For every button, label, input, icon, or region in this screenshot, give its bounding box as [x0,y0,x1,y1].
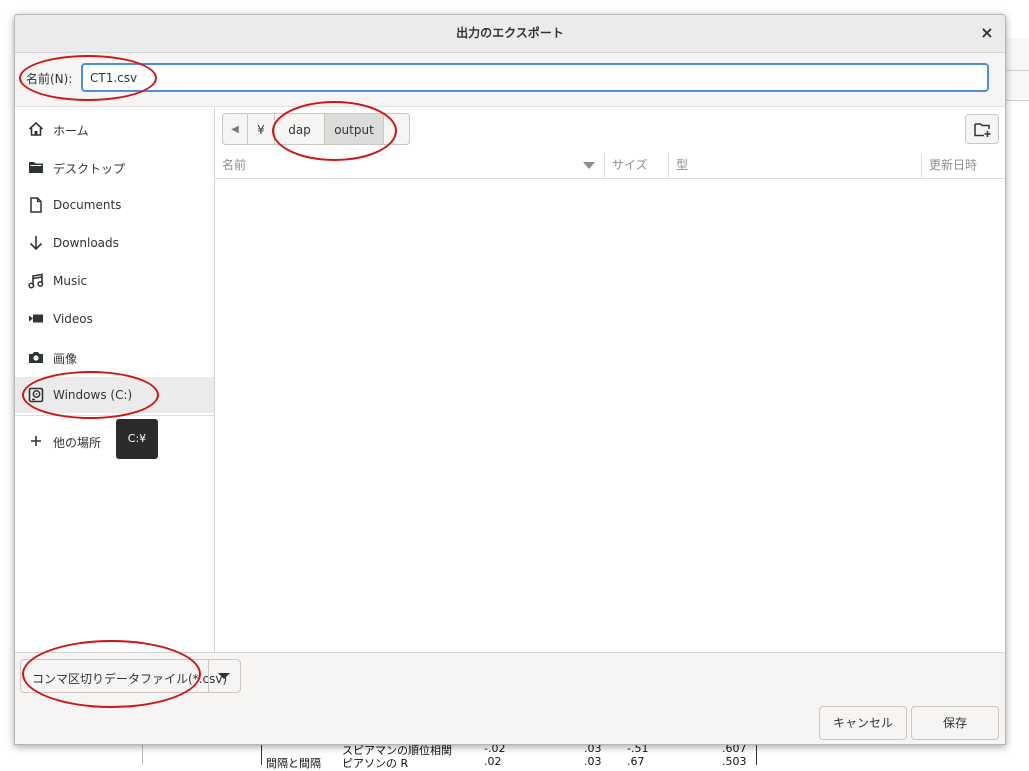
sidebar-item-label: Documents [53,198,122,212]
sidebar-item-downloads[interactable]: Downloads [15,225,214,261]
dialog-title: 出力のエクスポート [456,26,564,40]
save-button[interactable]: 保存 [911,706,999,740]
path-segment-root[interactable]: ¥ [247,113,275,145]
sidebar-item-label: Music [53,274,88,288]
file-browser: ◀ ¥ dap output 名前 サイズ 型 更新日時 [215,107,1005,652]
sidebar-item-desktop[interactable]: デスクトップ [15,149,214,185]
filename-label: 名前(N): [26,72,73,86]
document-icon [30,197,42,213]
path-forward-button[interactable] [383,113,410,145]
column-header-label: 型 [676,158,689,172]
folder-icon [29,162,43,173]
sidebar-divider [15,415,214,416]
sidebar-item-label: Videos [53,312,93,326]
close-icon: × [980,23,994,42]
path-segment-output[interactable]: output [324,113,384,145]
music-icon [28,273,44,289]
background-table-cell: .03 [584,755,602,768]
column-header-name[interactable]: 名前 [215,153,604,178]
path-segment-label: output [334,123,374,137]
column-header-label: サイズ [612,158,648,172]
sidebar-item-label: ホーム [53,124,89,138]
sidebar-item-windows-c[interactable]: Windows (C:) [15,377,214,413]
dialog-footer: コンマ区切りデータファイル(*.csv) キャンセル 保存 [15,652,1005,744]
dropdown-divider [208,660,209,692]
sidebar-item-label: Windows (C:) [53,388,133,402]
sidebar-item-documents[interactable]: Documents [15,187,214,223]
column-header-label: 更新日時 [929,158,978,172]
path-back-button[interactable]: ◀ [222,113,248,145]
background-table-cell: .503 [722,755,747,768]
plus-icon [31,436,41,446]
sidebar-item-home[interactable]: ホーム [15,111,214,147]
file-type-filter-dropdown[interactable]: コンマ区切りデータファイル(*.csv) [20,659,241,693]
column-header-size[interactable]: サイズ [605,153,669,178]
drive-icon [28,387,44,403]
save-button-label: 保存 [942,716,967,730]
background-table-row: 間隔と間隔 ピアソンの R .02 .03 .67 .503 [262,755,756,770]
column-header-label: 名前 [222,158,247,172]
background-output-table: スピアマンの順位相関 -.02 .03 -.51 .607 間隔と間隔 ピアソン… [261,742,757,770]
sidebar-item-videos[interactable]: Videos [15,301,214,337]
sidebar-item-music[interactable]: Music [15,263,214,299]
background-page-edge [142,744,143,765]
camera-icon [29,352,43,363]
sidebar-item-label: デスクトップ [53,162,126,176]
video-icon [29,314,43,323]
places-sidebar: ホーム デスクトップ Documents Downloads Music Vid… [15,107,215,652]
cancel-button-label: キャンセル [832,716,893,730]
background-table-cell: .02 [484,755,502,768]
close-button[interactable]: × [975,21,999,45]
export-dialog: 出力のエクスポート × 名前(N): ホーム デスクトップ [14,14,1006,745]
file-type-filter-label: コンマ区切りデータファイル(*.csv) [32,672,228,686]
sidebar-item-label: 画像 [53,352,78,366]
sort-descending-icon [583,162,595,169]
column-header-modified[interactable]: 更新日時 [922,153,1005,178]
chevron-down-icon [218,673,230,679]
filename-row: 名前(N): [15,53,1005,107]
background-table-cell: ピアソンの R [342,757,409,770]
file-list-header: 名前 サイズ 型 更新日時 [215,153,1005,179]
dialog-titlebar[interactable]: 出力のエクスポート × [15,15,1005,53]
new-folder-icon [974,123,991,137]
path-segment-label: ¥ [257,123,265,137]
drive-path-tooltip: C:¥ [116,419,158,459]
home-icon [28,121,44,136]
background-table-cell: .67 [627,755,645,768]
sidebar-item-pictures[interactable]: 画像 [15,339,214,375]
sidebar-item-label: Downloads [53,236,119,250]
column-header-type[interactable]: 型 [669,153,921,178]
sidebar-item-other-places[interactable]: 他の場所 [15,423,214,459]
filename-input[interactable] [81,63,989,92]
path-segment-label: dap [288,123,311,137]
chevron-left-icon: ◀ [231,124,239,135]
download-icon [29,236,43,251]
background-table-cell: 間隔と間隔 [266,757,321,770]
sidebar-item-label: 他の場所 [53,436,102,450]
cancel-button[interactable]: キャンセル [819,706,907,740]
new-folder-button[interactable] [965,114,999,144]
background-divider [1004,70,1029,71]
path-segment-dap[interactable]: dap [274,113,325,145]
